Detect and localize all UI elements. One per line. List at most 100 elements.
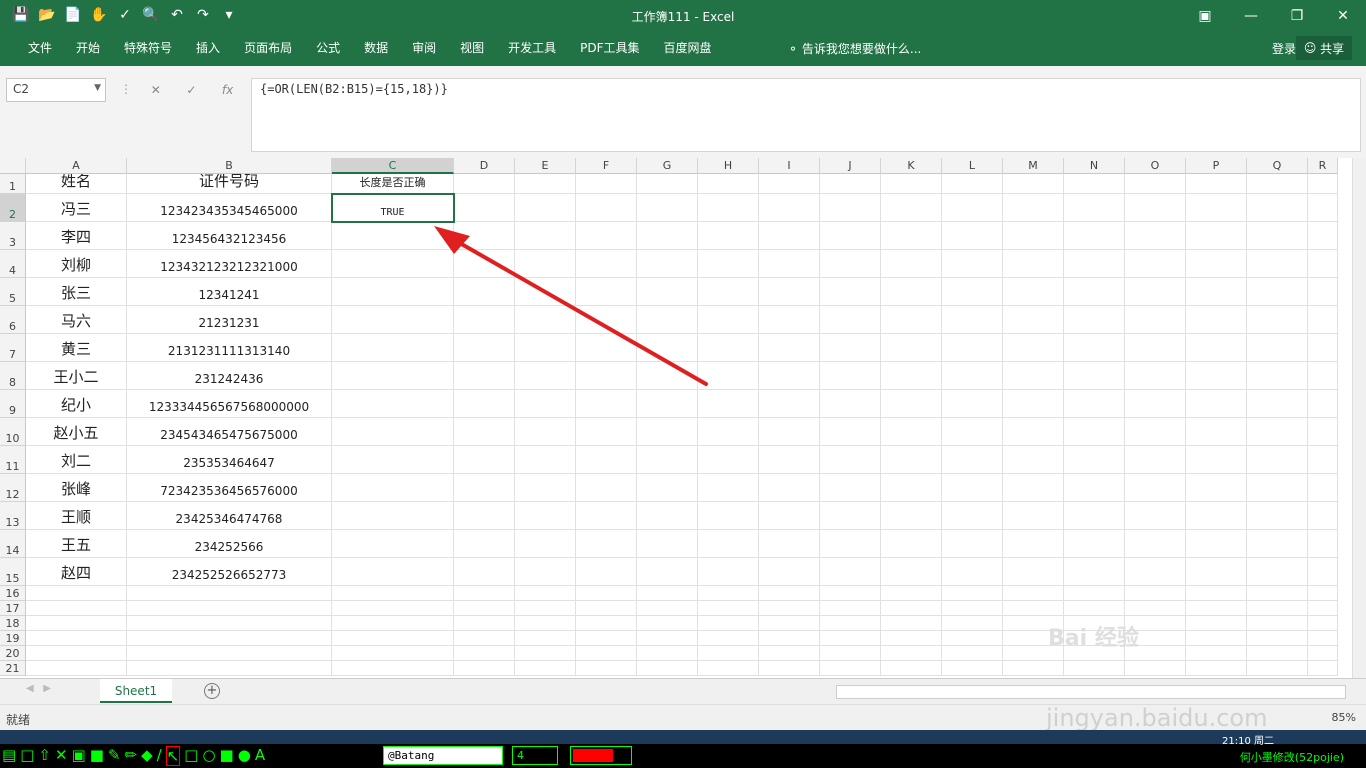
grid-cell[interactable]	[820, 306, 881, 334]
grid-cell[interactable]	[332, 530, 454, 558]
grid-cell[interactable]	[1308, 362, 1338, 390]
arrow-tool-icon[interactable]: ↖	[165, 746, 181, 766]
grid-cell[interactable]	[759, 306, 820, 334]
sheet-nav-arrows[interactable]: ◀ ▶	[26, 683, 51, 694]
ribbon-tab[interactable]: 视图	[448, 38, 496, 58]
grid-cell[interactable]	[332, 502, 454, 530]
grid-cell[interactable]	[1186, 362, 1247, 390]
column-header[interactable]: R	[1308, 158, 1338, 174]
filled-ellipse-icon[interactable]: ●	[238, 746, 251, 766]
grid-cell[interactable]	[454, 390, 515, 418]
grid-cell[interactable]	[820, 601, 881, 616]
grid-cell[interactable]: 23425346474768	[127, 502, 332, 530]
grid-cell[interactable]	[576, 222, 637, 250]
grid-cell[interactable]	[942, 446, 1003, 474]
grid-cell[interactable]	[515, 601, 576, 616]
grid-cell[interactable]	[698, 418, 759, 446]
grid-cell[interactable]	[698, 446, 759, 474]
grid-cell[interactable]	[332, 446, 454, 474]
grid-cell[interactable]	[942, 250, 1003, 278]
row-header[interactable]: 5	[0, 278, 26, 306]
grid-cell[interactable]	[759, 334, 820, 362]
grid-cell[interactable]	[637, 306, 698, 334]
grid-cell[interactable]	[820, 362, 881, 390]
column-header[interactable]: P	[1186, 158, 1247, 174]
grid-cell[interactable]: 张三	[26, 278, 127, 306]
grid-cell[interactable]	[576, 250, 637, 278]
grid-cell[interactable]	[1186, 418, 1247, 446]
grid-cell[interactable]	[881, 418, 942, 446]
column-header[interactable]: Q	[1247, 158, 1308, 174]
grid-cell[interactable]	[454, 601, 515, 616]
ribbon-tab[interactable]: 开始	[64, 38, 112, 58]
grid-cell[interactable]	[1247, 530, 1308, 558]
grid-cell[interactable]	[1186, 616, 1247, 631]
grid-cell[interactable]	[576, 390, 637, 418]
grid-cell[interactable]: 235353464647	[127, 446, 332, 474]
grid-cell[interactable]	[637, 558, 698, 586]
row-header[interactable]: 21	[0, 661, 26, 676]
row-header[interactable]: 12	[0, 474, 26, 502]
column-header[interactable]: C	[332, 158, 454, 174]
grid-cell[interactable]	[1003, 390, 1064, 418]
column-header[interactable]: I	[759, 158, 820, 174]
chevron-down-icon[interactable]: ▼	[94, 83, 101, 93]
grid-cell[interactable]	[1003, 446, 1064, 474]
grid-cell[interactable]	[942, 646, 1003, 661]
grid-cell[interactable]	[1186, 661, 1247, 676]
row-header[interactable]: 18	[0, 616, 26, 631]
grid-cell[interactable]	[637, 601, 698, 616]
grid-cell[interactable]	[1247, 334, 1308, 362]
grid-cell[interactable]	[820, 646, 881, 661]
grid-cell[interactable]	[942, 474, 1003, 502]
ribbon-tab[interactable]: 审阅	[400, 38, 448, 58]
grid-cell[interactable]	[454, 174, 515, 194]
column-header[interactable]: G	[637, 158, 698, 174]
grid-cell[interactable]	[26, 646, 127, 661]
grid-cell[interactable]	[1186, 446, 1247, 474]
grid-cell[interactable]	[698, 558, 759, 586]
column-header[interactable]: J	[820, 158, 881, 174]
grid-cell[interactable]	[759, 474, 820, 502]
grid-cell[interactable]	[1064, 194, 1125, 222]
active-cell[interactable]: TRUE	[331, 193, 455, 223]
grid-cell[interactable]	[820, 278, 881, 306]
grid-cell[interactable]	[515, 586, 576, 601]
grid-cell[interactable]	[820, 174, 881, 194]
grid-cell[interactable]	[515, 362, 576, 390]
grid-cell[interactable]	[698, 661, 759, 676]
add-sheet-icon[interactable]: +	[204, 683, 220, 699]
grid-cell[interactable]	[881, 390, 942, 418]
grid-cell[interactable]: 刘二	[26, 446, 127, 474]
grid-cell[interactable]	[1125, 390, 1186, 418]
grid-cell[interactable]	[942, 661, 1003, 676]
grid-cell[interactable]	[454, 530, 515, 558]
grid-cell[interactable]	[515, 530, 576, 558]
grid-cell[interactable]	[1125, 418, 1186, 446]
ribbon-display-icon[interactable]: ▣	[1182, 0, 1228, 32]
formula-input[interactable]: {=OR(LEN(B2:B15)={15,18})}	[251, 78, 1361, 152]
row-header[interactable]: 4	[0, 250, 26, 278]
grid-cell[interactable]	[26, 631, 127, 646]
grid-cell[interactable]	[332, 558, 454, 586]
grid-cell[interactable]	[820, 661, 881, 676]
grid-cell[interactable]	[1125, 194, 1186, 222]
grid-cell[interactable]	[332, 646, 454, 661]
grid-cell[interactable]	[576, 661, 637, 676]
ribbon-tab[interactable]: 文件	[16, 38, 64, 58]
grid-cell[interactable]	[515, 278, 576, 306]
color-select[interactable]	[570, 746, 632, 765]
grid-cell[interactable]	[576, 278, 637, 306]
grid-cell[interactable]	[1247, 222, 1308, 250]
grid-cell[interactable]	[1064, 250, 1125, 278]
grid-cell[interactable]	[515, 616, 576, 631]
restore-icon[interactable]: ❐	[1274, 0, 1320, 32]
grid-cell[interactable]	[1308, 474, 1338, 502]
grid-cell[interactable]	[820, 418, 881, 446]
grid-cell[interactable]: 赵四	[26, 558, 127, 586]
ribbon-tab[interactable]: 特殊符号	[112, 38, 184, 58]
up-arrow-icon[interactable]: ⇧	[38, 746, 51, 766]
grid-cell[interactable]	[1186, 334, 1247, 362]
grid-cell[interactable]	[698, 390, 759, 418]
grid-cell[interactable]	[1064, 334, 1125, 362]
